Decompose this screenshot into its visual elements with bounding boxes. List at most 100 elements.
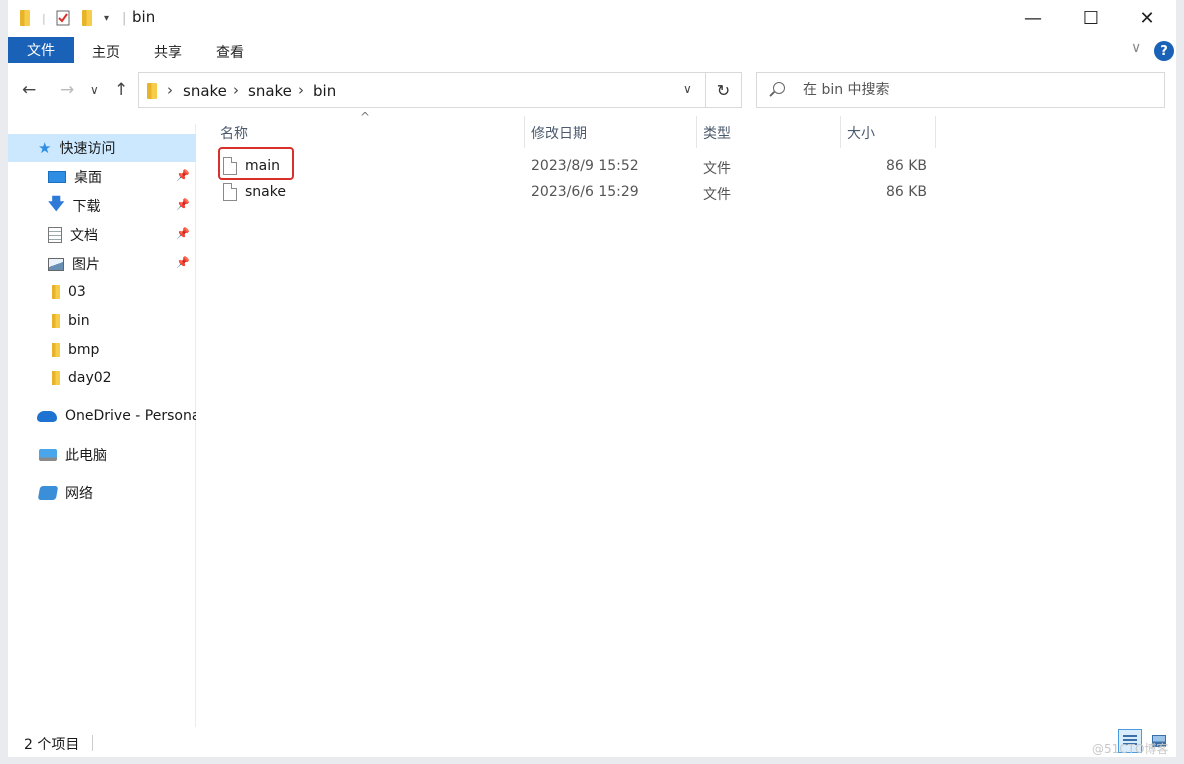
tab-view[interactable]: 查看 bbox=[216, 42, 244, 62]
folder-icon bbox=[52, 371, 60, 385]
sidebar-item-this-pc[interactable]: 此电脑 bbox=[8, 441, 196, 469]
customize-toolbar-icon[interactable]: ▾ bbox=[104, 9, 109, 27]
breadcrumb-bin[interactable]: bin bbox=[313, 82, 336, 100]
highlight-box bbox=[218, 147, 294, 180]
file-date: 2023/8/9 15:52 bbox=[531, 158, 639, 174]
sidebar-item-network[interactable]: 网络 bbox=[8, 479, 196, 507]
breadcrumb-separator: › bbox=[233, 81, 239, 99]
address-bar[interactable]: › snake › snake › bin ∨ bbox=[138, 72, 706, 108]
breadcrumb-separator: › bbox=[298, 81, 304, 99]
search-input[interactable] bbox=[803, 80, 1143, 100]
tab-share[interactable]: 共享 bbox=[154, 42, 182, 62]
onedrive-cloud-icon bbox=[37, 410, 57, 422]
column-divider[interactable] bbox=[696, 116, 697, 148]
sidebar-item-label: 下载 bbox=[72, 199, 101, 215]
file-row-snake[interactable]: snake 2023/6/6 15:29 文件 86 KB bbox=[217, 181, 957, 205]
sidebar-item-pictures[interactable]: 图片 📌 bbox=[8, 250, 196, 278]
sidebar-item-label: 网络 bbox=[65, 486, 93, 502]
ribbon-tabs: 文件 主页 共享 查看 ∨ ? bbox=[8, 36, 1176, 64]
folder-icon bbox=[20, 9, 30, 27]
network-icon bbox=[37, 486, 59, 500]
search-box[interactable] bbox=[756, 72, 1165, 108]
column-divider[interactable] bbox=[840, 116, 841, 148]
column-header-date[interactable]: 修改日期 bbox=[531, 123, 587, 143]
pin-icon[interactable]: 📌 bbox=[176, 256, 190, 269]
column-divider[interactable] bbox=[935, 116, 936, 148]
computer-icon bbox=[39, 449, 57, 461]
file-type: 文件 bbox=[703, 161, 731, 177]
sidebar-item-day02[interactable]: day02 bbox=[8, 364, 196, 392]
file-date: 2023/6/6 15:29 bbox=[531, 184, 639, 200]
sidebar-item-bmp[interactable]: bmp bbox=[8, 336, 196, 364]
column-divider[interactable] bbox=[524, 116, 525, 148]
sidebar-item-downloads[interactable]: 🡇 下载 📌 bbox=[8, 192, 196, 220]
column-header-type[interactable]: 类型 bbox=[703, 123, 731, 143]
sort-ascending-caret-icon: ^ bbox=[360, 110, 371, 124]
file-name[interactable]: snake bbox=[245, 184, 286, 200]
sidebar-item-label: 快速访问 bbox=[59, 141, 116, 157]
desktop-icon bbox=[48, 171, 66, 183]
forward-arrow-icon[interactable]: → bbox=[60, 80, 74, 100]
sidebar-item-label: OneDrive - Persona bbox=[65, 408, 196, 424]
pin-icon[interactable]: 📌 bbox=[176, 227, 190, 240]
pictures-icon bbox=[48, 257, 64, 271]
window-title: bin bbox=[132, 8, 156, 26]
status-bar: 2 个项目 bbox=[8, 727, 1176, 757]
watermark: @51CTO博客 bbox=[1092, 742, 1169, 756]
sidebar-item-label: 此电脑 bbox=[65, 448, 107, 464]
folder-icon bbox=[147, 83, 157, 99]
tab-file[interactable]: 文件 bbox=[8, 37, 74, 63]
maximize-button[interactable]: ☐ bbox=[1063, 0, 1119, 36]
refresh-icon[interactable]: ↻ bbox=[706, 72, 742, 108]
sidebar-item-label: day02 bbox=[68, 370, 112, 386]
sidebar-item-label: 桌面 bbox=[74, 170, 102, 186]
pin-icon[interactable]: 📌 bbox=[176, 169, 190, 182]
file-icon bbox=[223, 183, 237, 201]
file-row-main[interactable]: main 2023/8/9 15:52 文件 86 KB bbox=[217, 155, 957, 179]
breadcrumb-separator: › bbox=[167, 81, 173, 99]
sidebar-item-label: bin bbox=[68, 313, 90, 329]
breadcrumb-snake[interactable]: snake bbox=[183, 82, 227, 100]
help-icon[interactable]: ? bbox=[1154, 41, 1174, 61]
expand-ribbon-chevron-icon[interactable]: ∨ bbox=[1131, 40, 1141, 56]
column-header-size[interactable]: 大小 bbox=[847, 123, 875, 143]
breadcrumb-snake-sub[interactable]: snake bbox=[248, 82, 292, 100]
navigation-pane: ★ 快速访问 桌面 📌 🡇 下载 📌 文档 📌 图片 📌 03 bin bmp … bbox=[8, 124, 196, 727]
tab-home[interactable]: 主页 bbox=[92, 42, 120, 62]
sidebar-item-quick-access[interactable]: ★ 快速访问 bbox=[8, 134, 196, 162]
file-size: 86 KB bbox=[885, 184, 927, 200]
sidebar-item-label: 图片 bbox=[72, 257, 100, 273]
properties-icon[interactable] bbox=[56, 9, 70, 27]
download-icon: 🡇 bbox=[48, 193, 65, 213]
file-size: 86 KB bbox=[885, 158, 927, 174]
separator: | bbox=[122, 10, 127, 26]
new-folder-icon[interactable] bbox=[82, 9, 92, 27]
sidebar-item-label: 文档 bbox=[70, 228, 98, 244]
title-bar: | ▾ | bin — ☐ ✕ bbox=[8, 0, 1176, 36]
folder-icon bbox=[52, 343, 60, 357]
sidebar-item-label: bmp bbox=[68, 342, 100, 358]
divider bbox=[92, 735, 93, 751]
pin-icon[interactable]: 📌 bbox=[176, 198, 190, 211]
address-dropdown-chevron-icon[interactable]: ∨ bbox=[683, 82, 692, 96]
item-count: 2 个项目 bbox=[24, 737, 80, 753]
file-list: ^ 名称 修改日期 类型 大小 main 2023/8/9 15:52 文件 8… bbox=[197, 108, 1176, 728]
star-icon: ★ bbox=[38, 139, 52, 157]
minimize-button[interactable]: — bbox=[1005, 0, 1061, 36]
recent-locations-chevron-icon[interactable]: ∨ bbox=[90, 83, 99, 97]
back-arrow-icon[interactable]: ← bbox=[22, 80, 36, 100]
up-arrow-icon[interactable]: ↑ bbox=[114, 80, 128, 100]
close-button[interactable]: ✕ bbox=[1119, 0, 1175, 36]
sidebar-item-desktop[interactable]: 桌面 📌 bbox=[8, 163, 196, 191]
file-explorer-window: | ▾ | bin — ☐ ✕ 文件 主页 共享 查看 ∨ ? ← → ∨ ↑ … bbox=[8, 0, 1176, 757]
search-icon bbox=[773, 82, 785, 94]
sidebar-item-bin[interactable]: bin bbox=[8, 307, 196, 335]
sidebar-item-documents[interactable]: 文档 📌 bbox=[8, 221, 196, 249]
sidebar-item-03[interactable]: 03 bbox=[8, 278, 196, 306]
column-header-name[interactable]: 名称 bbox=[220, 123, 248, 143]
separator: | bbox=[42, 11, 46, 25]
folder-icon bbox=[52, 314, 60, 328]
folder-icon bbox=[52, 285, 60, 299]
sidebar-item-onedrive[interactable]: OneDrive - Persona bbox=[8, 402, 196, 430]
documents-icon bbox=[48, 227, 62, 243]
